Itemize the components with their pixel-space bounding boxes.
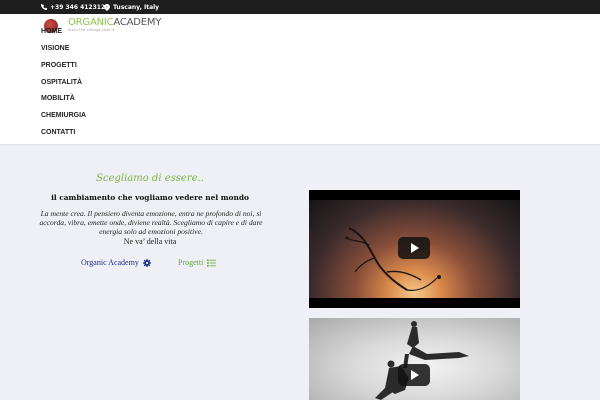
phone-icon xyxy=(41,4,47,10)
progetti-label: Progetti xyxy=(178,258,204,267)
play-button-icon[interactable] xyxy=(398,364,430,386)
intro-section: Scegliamo di essere.. il cambiamento che… xyxy=(0,144,300,400)
video-player-sunset[interactable] xyxy=(309,190,520,308)
section-subtitle: Scegliamo di essere.. xyxy=(96,173,204,184)
map-marker-icon xyxy=(104,3,110,11)
location-info: Tuscany, Italy xyxy=(104,0,159,14)
nav-item-visione[interactable]: VISIONE xyxy=(41,45,69,53)
organic-academy-label: Organic Academy xyxy=(81,258,139,267)
section-lead: il cambiamento che vogliamo vedere nel m… xyxy=(51,193,249,202)
location-text: Tuscany, Italy xyxy=(113,3,160,11)
logo-brand-organic: ORGANIC xyxy=(68,17,114,28)
video-player-dance[interactable] xyxy=(309,318,520,400)
organic-academy-link[interactable]: Organic Academy xyxy=(81,258,151,267)
section-paragraph: La mente crea. Il pensiero diventa emozi… xyxy=(39,209,263,236)
cog-icon xyxy=(142,258,151,267)
nav-item-mobilita[interactable]: MOBILITÀ xyxy=(41,95,75,103)
section-tagline: Ne va’ della vita xyxy=(123,237,177,246)
video-thumbnail xyxy=(309,318,520,400)
nav-item-contatti[interactable]: CONTATTI xyxy=(41,129,75,137)
dancers-silhouette xyxy=(375,321,469,400)
logo-brand-academy: ACADEMY xyxy=(113,17,162,28)
progetti-link[interactable]: Progetti xyxy=(178,258,217,267)
site-header: ORGANICACADEMY learn the change that is … xyxy=(0,14,600,144)
nav-item-progetti[interactable]: PROGETTI xyxy=(41,62,77,70)
nav-item-home[interactable]: HOME xyxy=(41,28,62,36)
logo-tagline: learn the change that is xyxy=(68,28,115,32)
nav-item-ospitalita[interactable]: OSPITALITÀ xyxy=(41,79,82,87)
phone-contact[interactable]: +39 346 4123124 xyxy=(41,0,109,14)
phone-number: +39 346 4123124 xyxy=(50,3,110,11)
list-icon xyxy=(207,258,217,267)
nav-item-chemiurgia[interactable]: CHEMIURGIA xyxy=(41,112,86,120)
play-button-icon[interactable] xyxy=(398,237,430,259)
top-bar: +39 346 4123124 Tuscany, Italy xyxy=(0,0,600,14)
